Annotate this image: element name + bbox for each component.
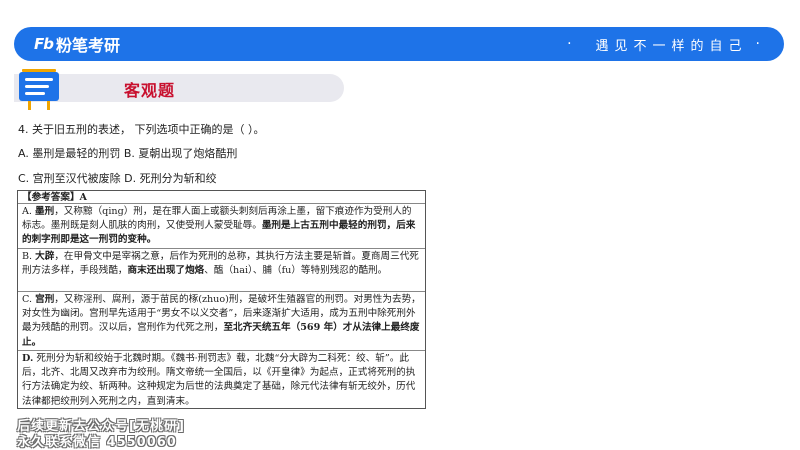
explanation-option-a: A. 墨刑，又称黥（qing）刑，是在罪人面上或额头刺刻后再涂上墨，留下痕迹作为… bbox=[18, 204, 425, 249]
slogan-dot-end: · bbox=[755, 36, 766, 52]
answer-explanation-box: 【参考答案】A A. 墨刑，又称黥（qing）刑，是在罪人面上或额头刺刻后再涂上… bbox=[17, 190, 426, 409]
option-c-prefix: C. bbox=[22, 294, 36, 305]
slogan: · 遇见不一样的自己 · bbox=[567, 35, 766, 54]
option-a-prefix: A. bbox=[22, 206, 36, 217]
brand-name: 粉笔考研 bbox=[55, 36, 120, 55]
option-b-prefix: B. bbox=[22, 251, 36, 262]
section-title: 客观题 bbox=[124, 81, 176, 100]
question-stem: 4. 关于旧五刑的表述， 下列选项中正确的是（ ）。 bbox=[18, 123, 265, 136]
answer-header: 【参考答案】A bbox=[18, 191, 425, 204]
option-c-term: 宫刑 bbox=[35, 294, 55, 305]
section-header-bar bbox=[14, 74, 344, 102]
option-a-term: 墨刑 bbox=[35, 206, 55, 217]
watermark-line-2: 永久联系微信 4550060 bbox=[17, 435, 177, 450]
brand-logo: Fb bbox=[34, 35, 54, 53]
brand-banner: Fb 粉笔考研 · 遇见不一样的自己 · bbox=[14, 27, 784, 61]
option-b-term: 大辟 bbox=[35, 251, 55, 262]
question-options-line-2: C. 宫刑至汉代被废除 D. 死刑分为斩和绞 bbox=[18, 172, 217, 185]
option-b-text-2: 、醢（hai）、脯（fu）等特别残忍的酷刑。 bbox=[204, 265, 388, 277]
presentation-board-icon bbox=[19, 69, 59, 110]
brand: Fb 粉笔考研 bbox=[34, 32, 120, 56]
explanation-option-c: C. 宫刑，又称淫刑、腐刑，源于苗民的椓(zhuo)刑，是破坏生殖器官的刑罚。对… bbox=[18, 292, 425, 351]
option-d-text: 死刑分为斩和绞始于北魏时期。《魏书·刑罚志》载，北魏“分大辟为二科死：绞、斩”。… bbox=[22, 353, 416, 407]
option-d-prefix: D. bbox=[22, 353, 34, 364]
slogan-text: 遇见不一样的自己 bbox=[595, 38, 748, 54]
slogan-dot-start: · bbox=[567, 36, 578, 52]
option-b-emphasis: 商末还出现了炮烙 bbox=[127, 265, 205, 277]
question-options-line-1: A. 墨刑是最轻的刑罚 B. 夏朝出现了炮烙酷刑 bbox=[18, 147, 238, 160]
explanation-option-d: D. 死刑分为斩和绞始于北魏时期。《魏书·刑罚志》载，北魏“分大辟为二科死：绞、… bbox=[18, 351, 425, 409]
explanation-option-b: B. 大辟，在甲骨文中是宰祸之意，后作为死刑的总称，其执行方法主要是斩首。夏商周… bbox=[18, 249, 425, 292]
